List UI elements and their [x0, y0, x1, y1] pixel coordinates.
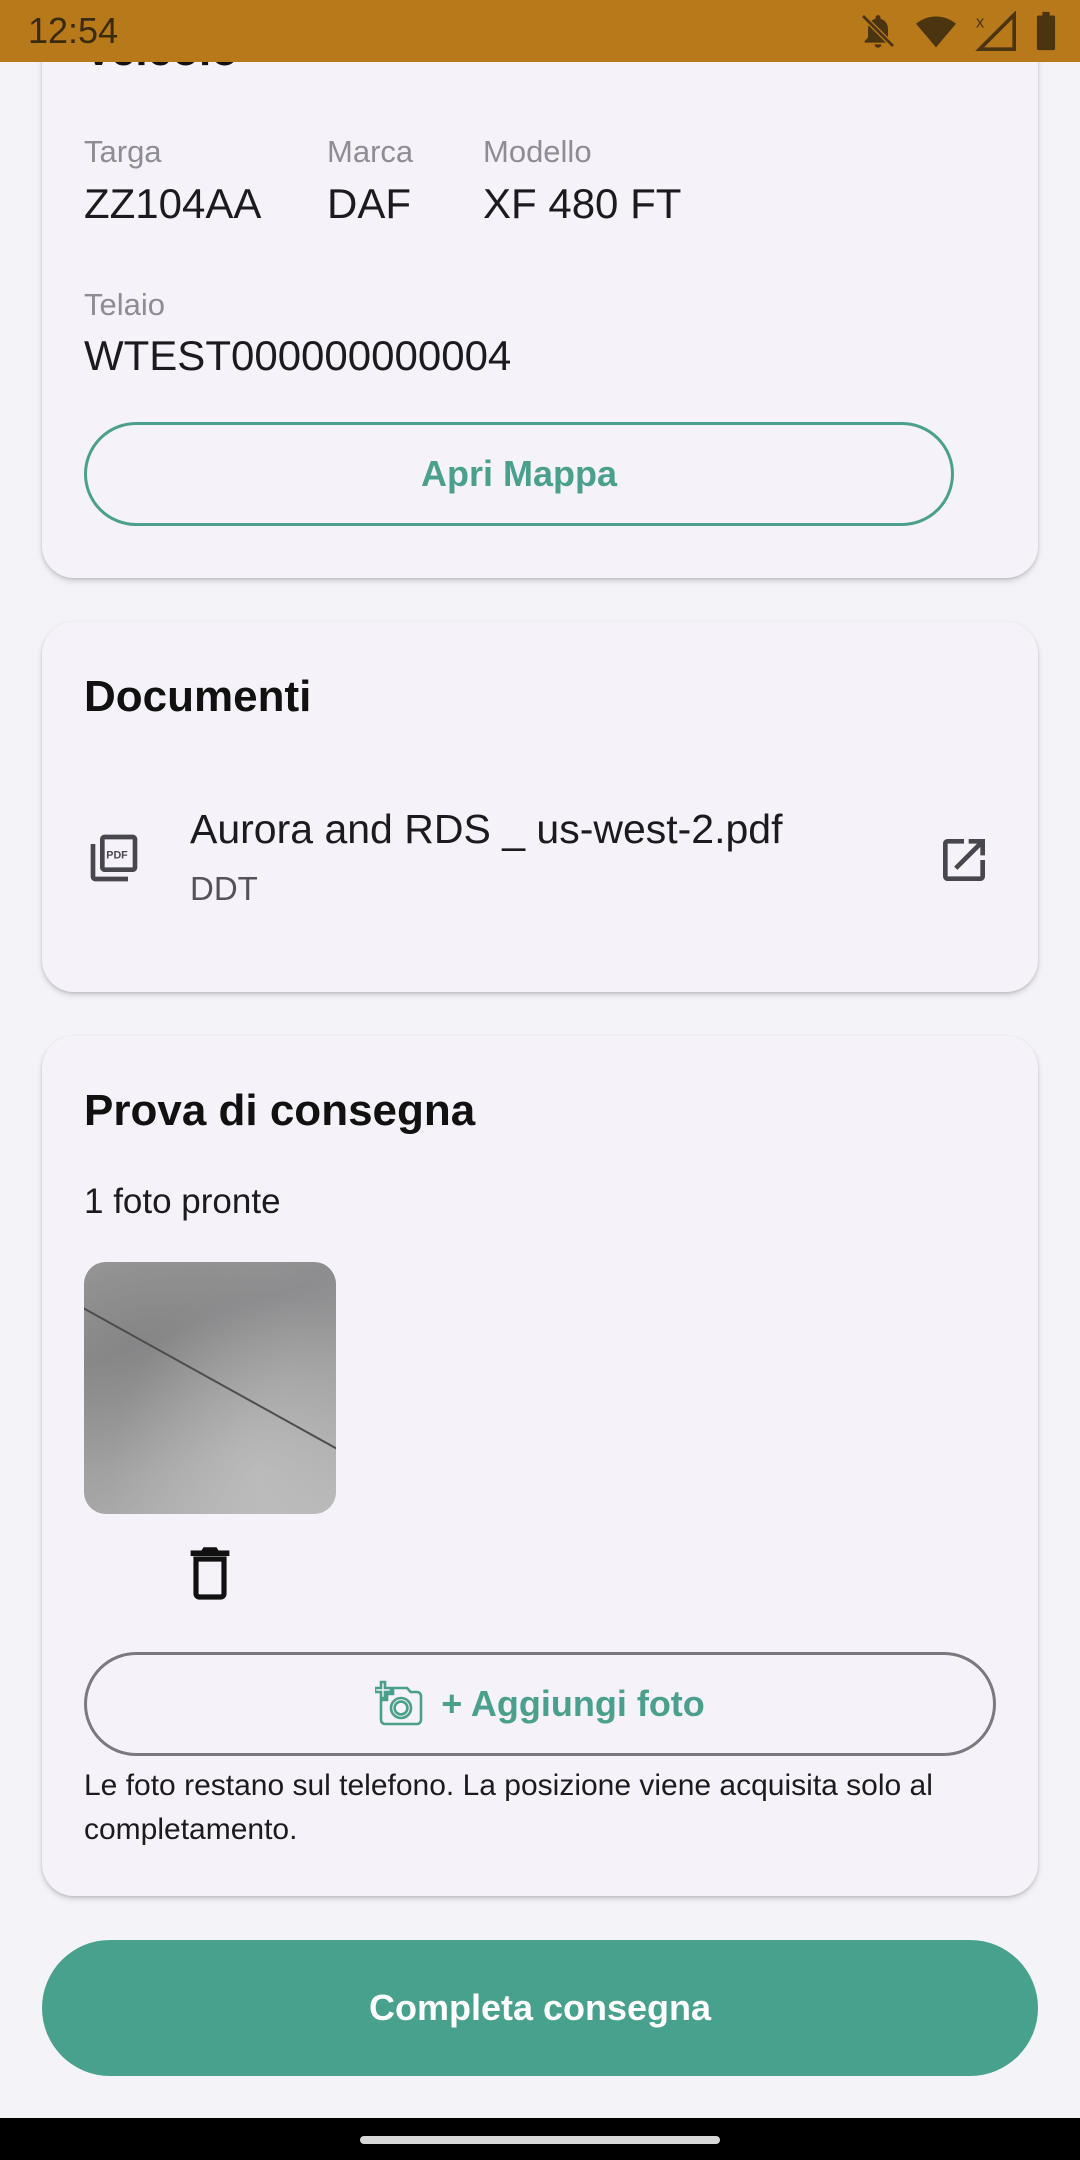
photo-note: Le foto restano sul telefono. La posizio… — [84, 1769, 933, 1846]
status-time: 12:54 — [28, 10, 119, 51]
home-gesture-handle[interactable] — [360, 2136, 720, 2144]
plate-label: Targa — [84, 134, 162, 169]
model-value: XF 480 FT — [483, 180, 682, 227]
svg-text:PDF: PDF — [106, 850, 128, 862]
chassis-label: Telaio — [84, 287, 165, 322]
battery-icon — [1034, 11, 1058, 51]
document-name: Aurora and RDS _ us-west-2.pdf — [190, 806, 783, 852]
brand-value: DAF — [327, 180, 411, 227]
photo-thumbnail[interactable] — [84, 1262, 336, 1514]
proof-card-title: Prova di consegna — [84, 1086, 476, 1135]
status-bar: 12:54 x — [0, 0, 1080, 62]
open-external-icon[interactable] — [936, 832, 992, 893]
delete-icon[interactable] — [184, 1544, 236, 1605]
plate-value: ZZ104AA — [84, 180, 262, 227]
document-type: DDT — [190, 870, 258, 907]
open-map-button-label: Apri Mappa — [420, 453, 617, 494]
complete-delivery-button[interactable]: Completa consegna — [42, 1940, 1038, 2076]
complete-delivery-label: Completa consegna — [368, 1987, 712, 2028]
status-icons: x — [858, 10, 1058, 52]
document-row[interactable]: PDF Aurora and RDS _ us-west-2.pdf DDT — [42, 782, 1038, 942]
bell-off-icon — [858, 11, 898, 51]
add-photo-camera-icon — [375, 1680, 423, 1728]
documents-card-title: Documenti — [84, 672, 312, 721]
navigation-bar — [0, 2118, 1080, 2160]
signal-icon: x — [974, 11, 1018, 51]
add-photo-button-label: + Aggiungi foto — [441, 1683, 705, 1724]
brand-label: Marca — [327, 134, 414, 169]
add-photo-button[interactable]: + Aggiungi foto — [84, 1652, 996, 1756]
vehicle-card: Veicolo Targa ZZ104AA Marca DAF Modello … — [42, 0, 1038, 578]
chassis-value: WTEST000000000004 — [84, 332, 512, 379]
photo-count: 1 foto pronte — [84, 1182, 281, 1221]
open-map-button[interactable]: Apri Mappa — [84, 422, 954, 526]
wifi-icon — [914, 11, 958, 51]
documents-card: Documenti PDF Aurora and RDS _ us-west-2… — [42, 622, 1038, 992]
pdf-icon: PDF — [86, 830, 142, 891]
proof-card: Prova di consegna 1 foto pronte + Aggiun… — [42, 1036, 1038, 1896]
model-label: Modello — [483, 134, 592, 169]
svg-text:x: x — [976, 13, 984, 31]
